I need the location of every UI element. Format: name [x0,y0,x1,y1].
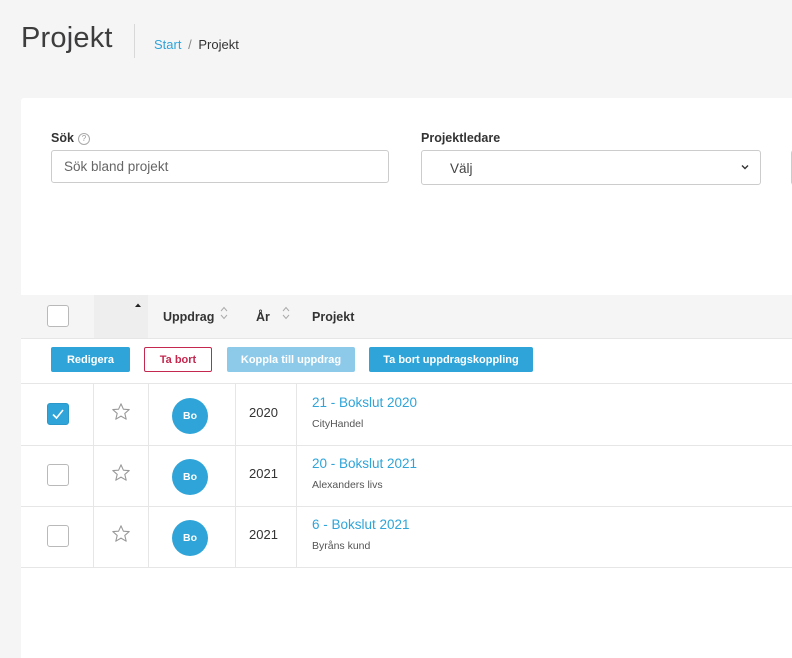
avatar: Bo [172,459,208,495]
delete-button[interactable]: Ta bort [144,347,212,372]
table-row[interactable]: Bo 2021 20 - Bokslut 2021 Alexanders liv… [21,445,792,507]
breadcrumb-separator: / [188,37,192,52]
breadcrumb-home-link[interactable]: Start [154,37,181,52]
table-row[interactable]: Bo 2020 21 - Bokslut 2020 CityHandel [21,384,792,446]
sort-icon[interactable] [220,306,228,320]
project-link[interactable]: 20 - Bokslut 2021 [312,456,417,471]
select-all-checkbox[interactable] [47,305,69,327]
project-client: Byråns kund [312,540,371,552]
page-header: Projekt Start / Projekt [0,0,792,98]
column-divider [235,445,236,506]
project-link[interactable]: 21 - Bokslut 2020 [312,395,417,410]
bulk-action-bar: Redigera Ta bort Koppla till uppdrag Ta … [21,338,792,384]
row-checkbox[interactable] [47,525,69,547]
search-label: Sök? [51,131,90,145]
table-row[interactable]: Bo 2021 6 - Bokslut 2021 Byråns kund [21,506,792,568]
column-divider [93,445,94,506]
project-link[interactable]: 6 - Bokslut 2021 [312,517,410,532]
breadcrumb-current: Projekt [198,37,239,52]
column-divider [93,384,94,445]
column-divider [296,506,297,567]
star-outline-icon[interactable] [111,524,131,544]
th-project[interactable]: Projekt [312,310,354,324]
avatar: Bo [172,520,208,556]
column-divider [296,384,297,445]
row-year: 2020 [249,405,278,420]
link-to-assignment-button[interactable]: Koppla till uppdrag [227,347,355,372]
star-outline-icon[interactable] [111,402,131,422]
project-leader-label: Projektledare [421,131,501,145]
project-client: CityHandel [312,418,364,430]
search-input[interactable] [51,150,389,183]
column-divider [148,506,149,567]
remove-assignment-link-button[interactable]: Ta bort uppdragskoppling [369,347,533,372]
projects-card: Sök? Projektledare Välj Uppdrag År Proje… [21,98,792,658]
chevron-down-icon [741,165,749,170]
row-checkbox[interactable] [47,403,69,425]
search-label-text: Sök [51,131,74,145]
star-column-header[interactable] [94,295,148,338]
header-divider [134,24,135,58]
row-year: 2021 [249,466,278,481]
edit-button[interactable]: Redigera [51,347,130,372]
page-title: Projekt [21,22,113,54]
row-checkbox[interactable] [47,464,69,486]
sort-asc-icon [135,303,141,307]
avatar: Bo [172,398,208,434]
column-divider [235,506,236,567]
star-outline-icon[interactable] [111,463,131,483]
question-circle-icon[interactable]: ? [77,133,90,145]
row-year: 2021 [249,527,278,542]
column-divider [93,506,94,567]
column-divider [148,384,149,445]
project-leader-selected: Välj [450,161,473,176]
column-divider [296,445,297,506]
column-divider [235,384,236,445]
th-year[interactable]: År [256,310,270,324]
sort-icon[interactable] [282,306,290,320]
breadcrumb: Start / Projekt [154,37,239,52]
project-client: Alexanders livs [312,479,383,491]
column-divider [148,445,149,506]
table-header: Uppdrag År Projekt [21,295,792,339]
th-uppdrag[interactable]: Uppdrag [163,310,214,324]
project-leader-select[interactable]: Välj [421,150,761,185]
check-icon [52,409,64,420]
